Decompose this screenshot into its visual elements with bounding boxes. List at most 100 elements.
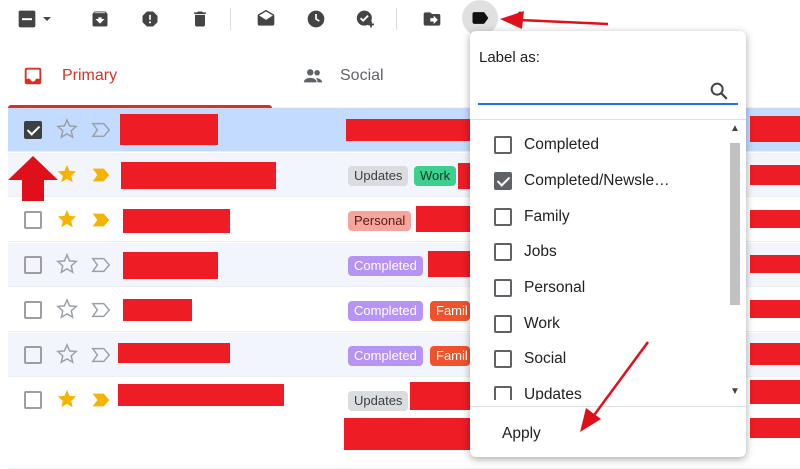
label-option-personal[interactable]: Personal <box>494 273 724 303</box>
row-checkbox[interactable] <box>24 211 42 229</box>
label-option-checkbox[interactable] <box>494 136 512 154</box>
move-to-button[interactable] <box>416 4 448 34</box>
label-option-checkbox[interactable] <box>494 172 512 190</box>
redacted-subject <box>428 251 470 277</box>
importance-filled-icon[interactable] <box>90 391 112 409</box>
row-checkbox[interactable] <box>24 256 42 274</box>
inbox-icon <box>24 67 42 85</box>
label-option-text: Completed/Newsle… <box>524 172 670 189</box>
redacted-subject <box>750 300 800 318</box>
label-option-text: Updates <box>524 386 582 400</box>
label-option-checkbox[interactable] <box>494 279 512 297</box>
label-option-completed[interactable]: Completed <box>494 130 724 160</box>
redacted-subject <box>750 418 800 438</box>
redacted-sender <box>123 252 218 279</box>
label-option-work[interactable]: Work <box>494 309 724 339</box>
row-checkbox[interactable] <box>24 121 42 139</box>
caret-down-icon <box>43 17 51 21</box>
label-option-text: Social <box>524 350 567 367</box>
mark-as-read-button[interactable] <box>250 4 282 34</box>
scrollbar-thumb[interactable] <box>730 143 740 305</box>
label-option-checkbox[interactable] <box>494 208 512 226</box>
label-option-completed-newsletters[interactable]: Completed/Newsle… <box>494 166 724 196</box>
add-task-icon <box>356 10 374 28</box>
label-option-checkbox[interactable] <box>494 386 512 400</box>
row-checkbox[interactable] <box>24 346 42 364</box>
redacted-subject <box>346 119 470 141</box>
label-chip: Updates <box>348 391 409 411</box>
more-options-button[interactable] <box>510 4 530 34</box>
importance-outline-icon[interactable] <box>90 256 112 274</box>
star-outline-icon[interactable] <box>56 118 78 140</box>
redacted-sender <box>123 209 230 233</box>
delete-button[interactable] <box>184 4 216 34</box>
add-to-tasks-button[interactable] <box>350 4 382 34</box>
label-search-input[interactable] <box>478 77 738 105</box>
star-outline-icon[interactable] <box>56 298 78 320</box>
select-all-dropdown[interactable] <box>10 4 60 34</box>
redacted-subject <box>416 206 470 232</box>
label-option-checkbox[interactable] <box>494 350 512 368</box>
redacted-subject <box>750 210 800 228</box>
row-checkbox[interactable] <box>24 301 42 319</box>
select-checkbox-icon <box>18 10 36 28</box>
archive-button[interactable] <box>84 4 116 34</box>
label-chip: Famil <box>430 346 470 366</box>
star-filled-icon[interactable] <box>56 208 78 230</box>
people-icon <box>303 69 323 83</box>
importance-outline-icon[interactable] <box>90 121 112 139</box>
label-chip: Famil <box>430 301 470 321</box>
apply-button[interactable]: Apply <box>502 419 592 449</box>
more-vert-icon <box>518 11 522 27</box>
report-spam-button[interactable] <box>134 4 166 34</box>
redacted-subject <box>750 380 800 404</box>
snooze-button[interactable] <box>300 4 332 34</box>
star-filled-icon[interactable] <box>56 163 78 185</box>
menu-divider <box>470 406 746 407</box>
star-outline-icon[interactable] <box>56 343 78 365</box>
toolbar-divider <box>396 8 397 30</box>
label-as-menu: Label as: Completed Completed/Newsle… Fa… <box>470 31 746 457</box>
move-to-folder-icon <box>423 12 441 26</box>
row-checkbox[interactable] <box>24 166 42 184</box>
redacted-subject <box>750 343 800 365</box>
label-option-family[interactable]: Family <box>494 202 724 232</box>
importance-filled-icon[interactable] <box>90 166 112 184</box>
importance-filled-icon[interactable] <box>90 211 112 229</box>
trash-icon <box>194 11 206 27</box>
label-option-text: Family <box>524 208 570 225</box>
scroll-down-icon[interactable]: ▼ <box>730 386 740 397</box>
search-icon[interactable] <box>708 80 730 102</box>
label-option-text: Jobs <box>524 243 557 260</box>
label-chip: Personal <box>348 211 412 231</box>
star-outline-icon[interactable] <box>56 253 78 275</box>
redacted-subject <box>750 165 800 185</box>
report-spam-icon <box>142 11 158 27</box>
star-filled-icon[interactable] <box>56 388 78 410</box>
toolbar-divider <box>230 8 231 30</box>
label-option-checkbox[interactable] <box>494 243 512 261</box>
importance-outline-icon[interactable] <box>90 346 112 364</box>
tab-social[interactable]: Social <box>290 44 470 108</box>
row-checkbox[interactable] <box>24 391 42 409</box>
label-option-jobs[interactable]: Jobs <box>494 237 724 267</box>
label-option-social[interactable]: Social <box>494 344 724 374</box>
label-option-updates[interactable]: Updates <box>494 380 724 400</box>
tab-primary[interactable]: Primary <box>0 44 272 108</box>
mark-as-read-icon <box>257 9 275 26</box>
label-chip: Completed <box>348 346 423 366</box>
importance-outline-icon[interactable] <box>90 301 112 319</box>
scroll-up-icon[interactable]: ▲ <box>730 123 740 134</box>
label-option-text: Work <box>524 315 560 332</box>
menu-scrollbar[interactable]: ▲ ▼ <box>728 123 742 397</box>
label-chip: Completed <box>348 256 423 276</box>
label-option-checkbox[interactable] <box>494 315 512 333</box>
redacted-sender <box>118 384 284 406</box>
tab-primary-label: Primary <box>62 67 118 84</box>
label-option-text: Completed <box>524 136 599 153</box>
redacted-subject <box>750 255 800 273</box>
redacted-subject <box>458 163 470 189</box>
redacted-sender <box>121 162 276 189</box>
redacted-sender <box>123 299 192 321</box>
tab-social-label: Social <box>340 67 384 84</box>
